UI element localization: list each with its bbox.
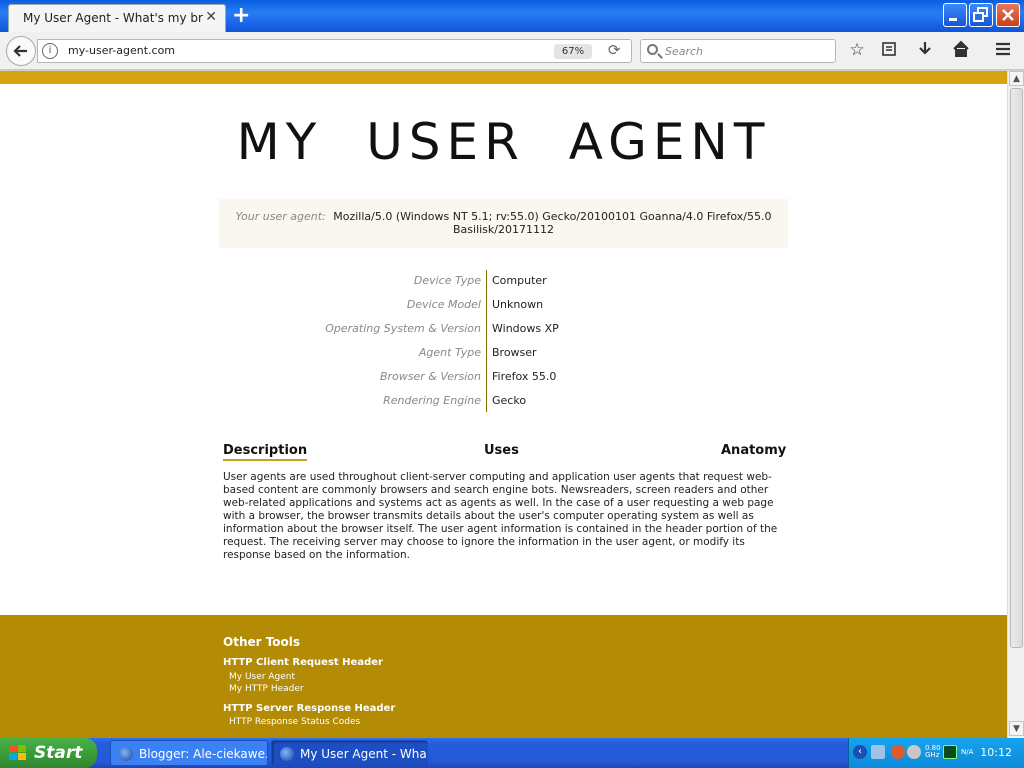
tray-na-label: N/A [961, 748, 974, 756]
table-row: Agent Type Browser [220, 342, 786, 366]
tab-uses[interactable]: Uses [484, 443, 519, 458]
user-agent-box: Your user agent: Mozilla/5.0 (Windows NT… [219, 199, 788, 248]
browser-icon [280, 747, 294, 761]
scroll-thumb[interactable] [1010, 88, 1023, 648]
user-agent-label: Your user agent: [235, 210, 326, 223]
cpu-frequency: 0.80 GHz [925, 744, 941, 759]
minimize-icon [949, 18, 957, 21]
minimize-button[interactable] [943, 3, 967, 27]
browser-icon [119, 747, 133, 761]
tab-anatomy[interactable]: Anatomy [721, 443, 786, 458]
close-icon [1002, 9, 1014, 21]
footer-link-my-user-agent[interactable]: My User Agent [229, 672, 295, 682]
new-tab-button[interactable]: + [232, 3, 250, 28]
clock[interactable]: 10:12 [980, 746, 1012, 759]
table-row: Operating System & Version Windows XP [220, 318, 786, 342]
device-model-value: Unknown [492, 298, 544, 311]
footer-group-request[interactable]: HTTP Client Request Header [223, 657, 383, 668]
restore-icon [973, 7, 988, 22]
os-version-label: Operating System & Version [325, 322, 481, 335]
task-label: My User Agent - Wha... [300, 747, 428, 761]
taskbar: Start Blogger: Ale-ciekawe.... My User A… [0, 738, 1024, 768]
title-bar: My User Agent - What's my browser? ✕ + [0, 0, 1024, 32]
content-tabs: Description Uses Anatomy [223, 443, 786, 463]
agent-type-value: Browser [492, 346, 537, 359]
cpu-meter-icon[interactable] [943, 745, 957, 759]
device-info-table: Device Type Computer Device Model Unknow… [220, 270, 786, 414]
vertical-scrollbar[interactable]: ▲ ▼ [1007, 71, 1024, 738]
security-icon[interactable] [891, 745, 905, 759]
table-row: Rendering Engine Gecko [220, 390, 786, 414]
url-bar[interactable]: i my-user-agent.com 67% ⟳ [37, 39, 632, 63]
start-button[interactable]: Start [0, 738, 97, 768]
search-placeholder: Search [665, 45, 704, 58]
page-viewport: MY USER AGENT Your user agent: Mozilla/5… [0, 71, 1007, 738]
footer: Other Tools HTTP Client Request Header M… [0, 615, 1007, 738]
network-icon[interactable] [871, 745, 885, 759]
taskbar-item-my-user-agent[interactable]: My User Agent - Wha... [271, 740, 428, 766]
description-text: User agents are used throughout client-s… [223, 471, 778, 561]
search-icon [647, 44, 658, 55]
download-icon[interactable] [914, 40, 936, 63]
close-window-button[interactable] [996, 3, 1020, 27]
restore-button[interactable] [969, 3, 993, 27]
agent-type-label: Agent Type [418, 346, 481, 359]
top-accent-band [0, 71, 1007, 84]
footer-link-status-codes[interactable]: HTTP Response Status Codes [229, 717, 360, 727]
scroll-down-icon[interactable]: ▼ [1009, 721, 1024, 736]
scroll-up-icon[interactable]: ▲ [1009, 71, 1024, 86]
table-row: Device Type Computer [220, 270, 786, 294]
info-icon[interactable]: i [42, 43, 58, 59]
device-type-value: Computer [492, 274, 547, 287]
close-tab-icon[interactable]: ✕ [205, 9, 217, 25]
menu-icon[interactable] [992, 40, 1014, 63]
tray-expand-icon[interactable]: ‹ [853, 745, 867, 759]
rendering-engine-label: Rendering Engine [383, 394, 481, 407]
back-arrow-icon [13, 45, 27, 57]
rendering-engine-value: Gecko [492, 394, 527, 407]
tab-title: My User Agent - What's my browser? [23, 11, 203, 25]
url-text[interactable]: my-user-agent.com [68, 44, 175, 57]
home-icon[interactable] [950, 40, 972, 63]
search-bar[interactable]: Search [640, 39, 836, 63]
site-title: MY USER AGENT [236, 113, 771, 171]
table-row: Device Model Unknown [220, 294, 786, 318]
footer-title: Other Tools [223, 635, 301, 649]
browser-tab[interactable]: My User Agent - What's my browser? ✕ [8, 4, 226, 32]
task-label: Blogger: Ale-ciekawe.... [139, 747, 268, 761]
footer-group-response[interactable]: HTTP Server Response Header [223, 703, 395, 714]
device-type-label: Device Type [413, 274, 481, 287]
reading-list-icon[interactable] [878, 40, 900, 63]
browser-version-label: Browser & Version [379, 370, 481, 383]
start-label: Start [34, 743, 83, 763]
settings-gear-icon[interactable] [907, 745, 921, 759]
bookmark-star-icon[interactable]: ☆ [846, 40, 868, 60]
os-version-value: Windows XP [492, 322, 559, 335]
taskbar-item-blogger[interactable]: Blogger: Ale-ciekawe.... [110, 740, 268, 766]
user-agent-value: Mozilla/5.0 (Windows NT 5.1; rv:55.0) Ge… [333, 210, 772, 236]
tab-description[interactable]: Description [223, 443, 308, 461]
back-button[interactable] [6, 36, 36, 66]
table-row: Browser & Version Firefox 55.0 [220, 366, 786, 390]
system-tray: ‹ 0.80 GHz N/A 10:12 [848, 738, 1024, 768]
reload-icon[interactable]: ⟳ [608, 41, 621, 59]
footer-link-my-http-header[interactable]: My HTTP Header [229, 684, 304, 694]
windows-flag-icon [9, 745, 27, 761]
device-model-label: Device Model [406, 298, 481, 311]
navigation-bar: i my-user-agent.com 67% ⟳ Search ☆ [0, 32, 1024, 70]
browser-version-value: Firefox 55.0 [492, 370, 557, 383]
zoom-indicator[interactable]: 67% [554, 44, 592, 59]
